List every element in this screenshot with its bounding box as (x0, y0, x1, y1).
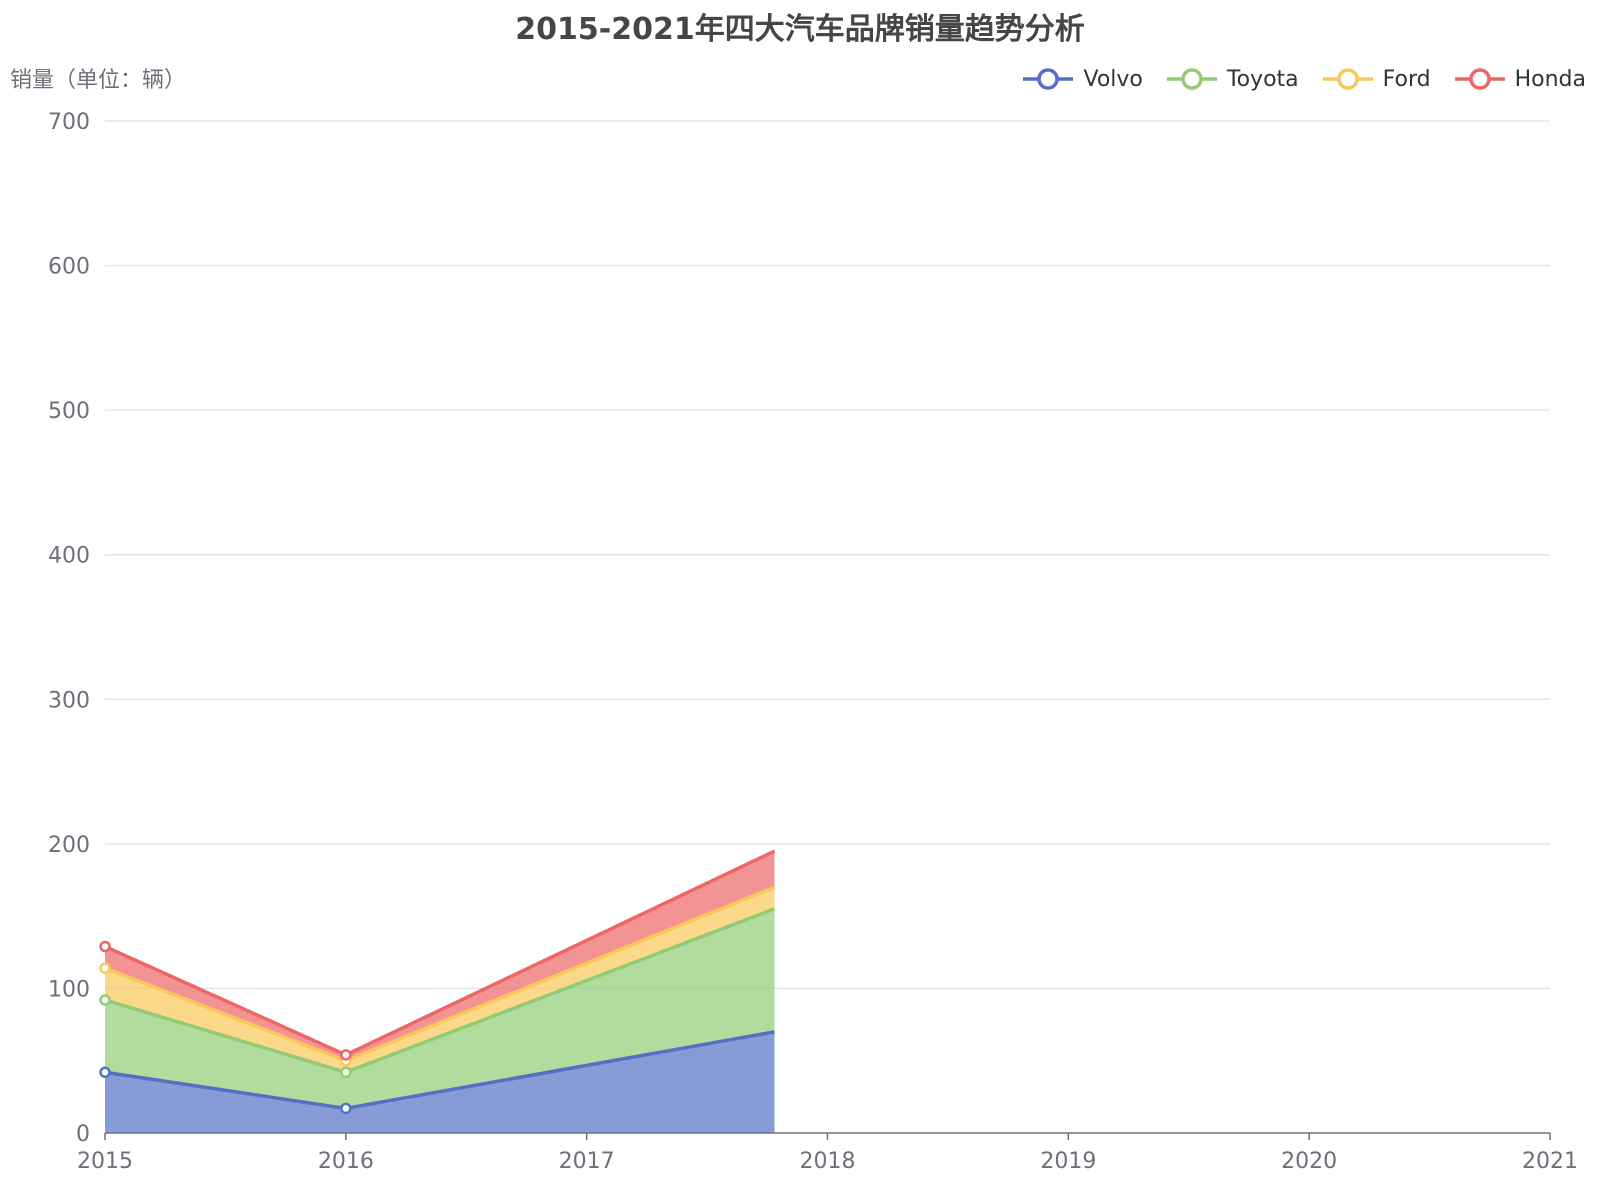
y-tick-label: 400 (48, 544, 90, 569)
x-tick-label: 2019 (1040, 1149, 1096, 1174)
x-tick-label: 2020 (1281, 1149, 1337, 1174)
data-point-volvo (340, 1102, 352, 1115)
x-tick-label: 2016 (318, 1149, 374, 1174)
y-tick-label: 200 (48, 833, 90, 858)
x-tick-label: 2018 (800, 1149, 856, 1174)
data-point-honda (99, 940, 111, 953)
y-tick-label: 500 (48, 399, 90, 424)
y-tick-label: 100 (48, 977, 90, 1002)
data-point-honda (340, 1049, 352, 1061)
data-point-ford (99, 962, 111, 974)
data-point-toyota (99, 994, 111, 1006)
x-tick-label: 2015 (77, 1149, 133, 1174)
chart-plot: 0 100 200 300 400 500 600 700 2015 2016 2017 2018 20… (48, 110, 1578, 1174)
y-tick-label: 600 (48, 255, 90, 280)
data-point-toyota (340, 1066, 352, 1079)
x-tick-label: 2021 (1522, 1149, 1578, 1174)
x-tick-label: 2017 (559, 1149, 615, 1174)
y-tick-label: 300 (48, 688, 90, 713)
y-tick-label: 700 (48, 110, 90, 135)
y-tick-label: 0 (76, 1122, 90, 1147)
data-point-volvo (99, 1066, 111, 1079)
